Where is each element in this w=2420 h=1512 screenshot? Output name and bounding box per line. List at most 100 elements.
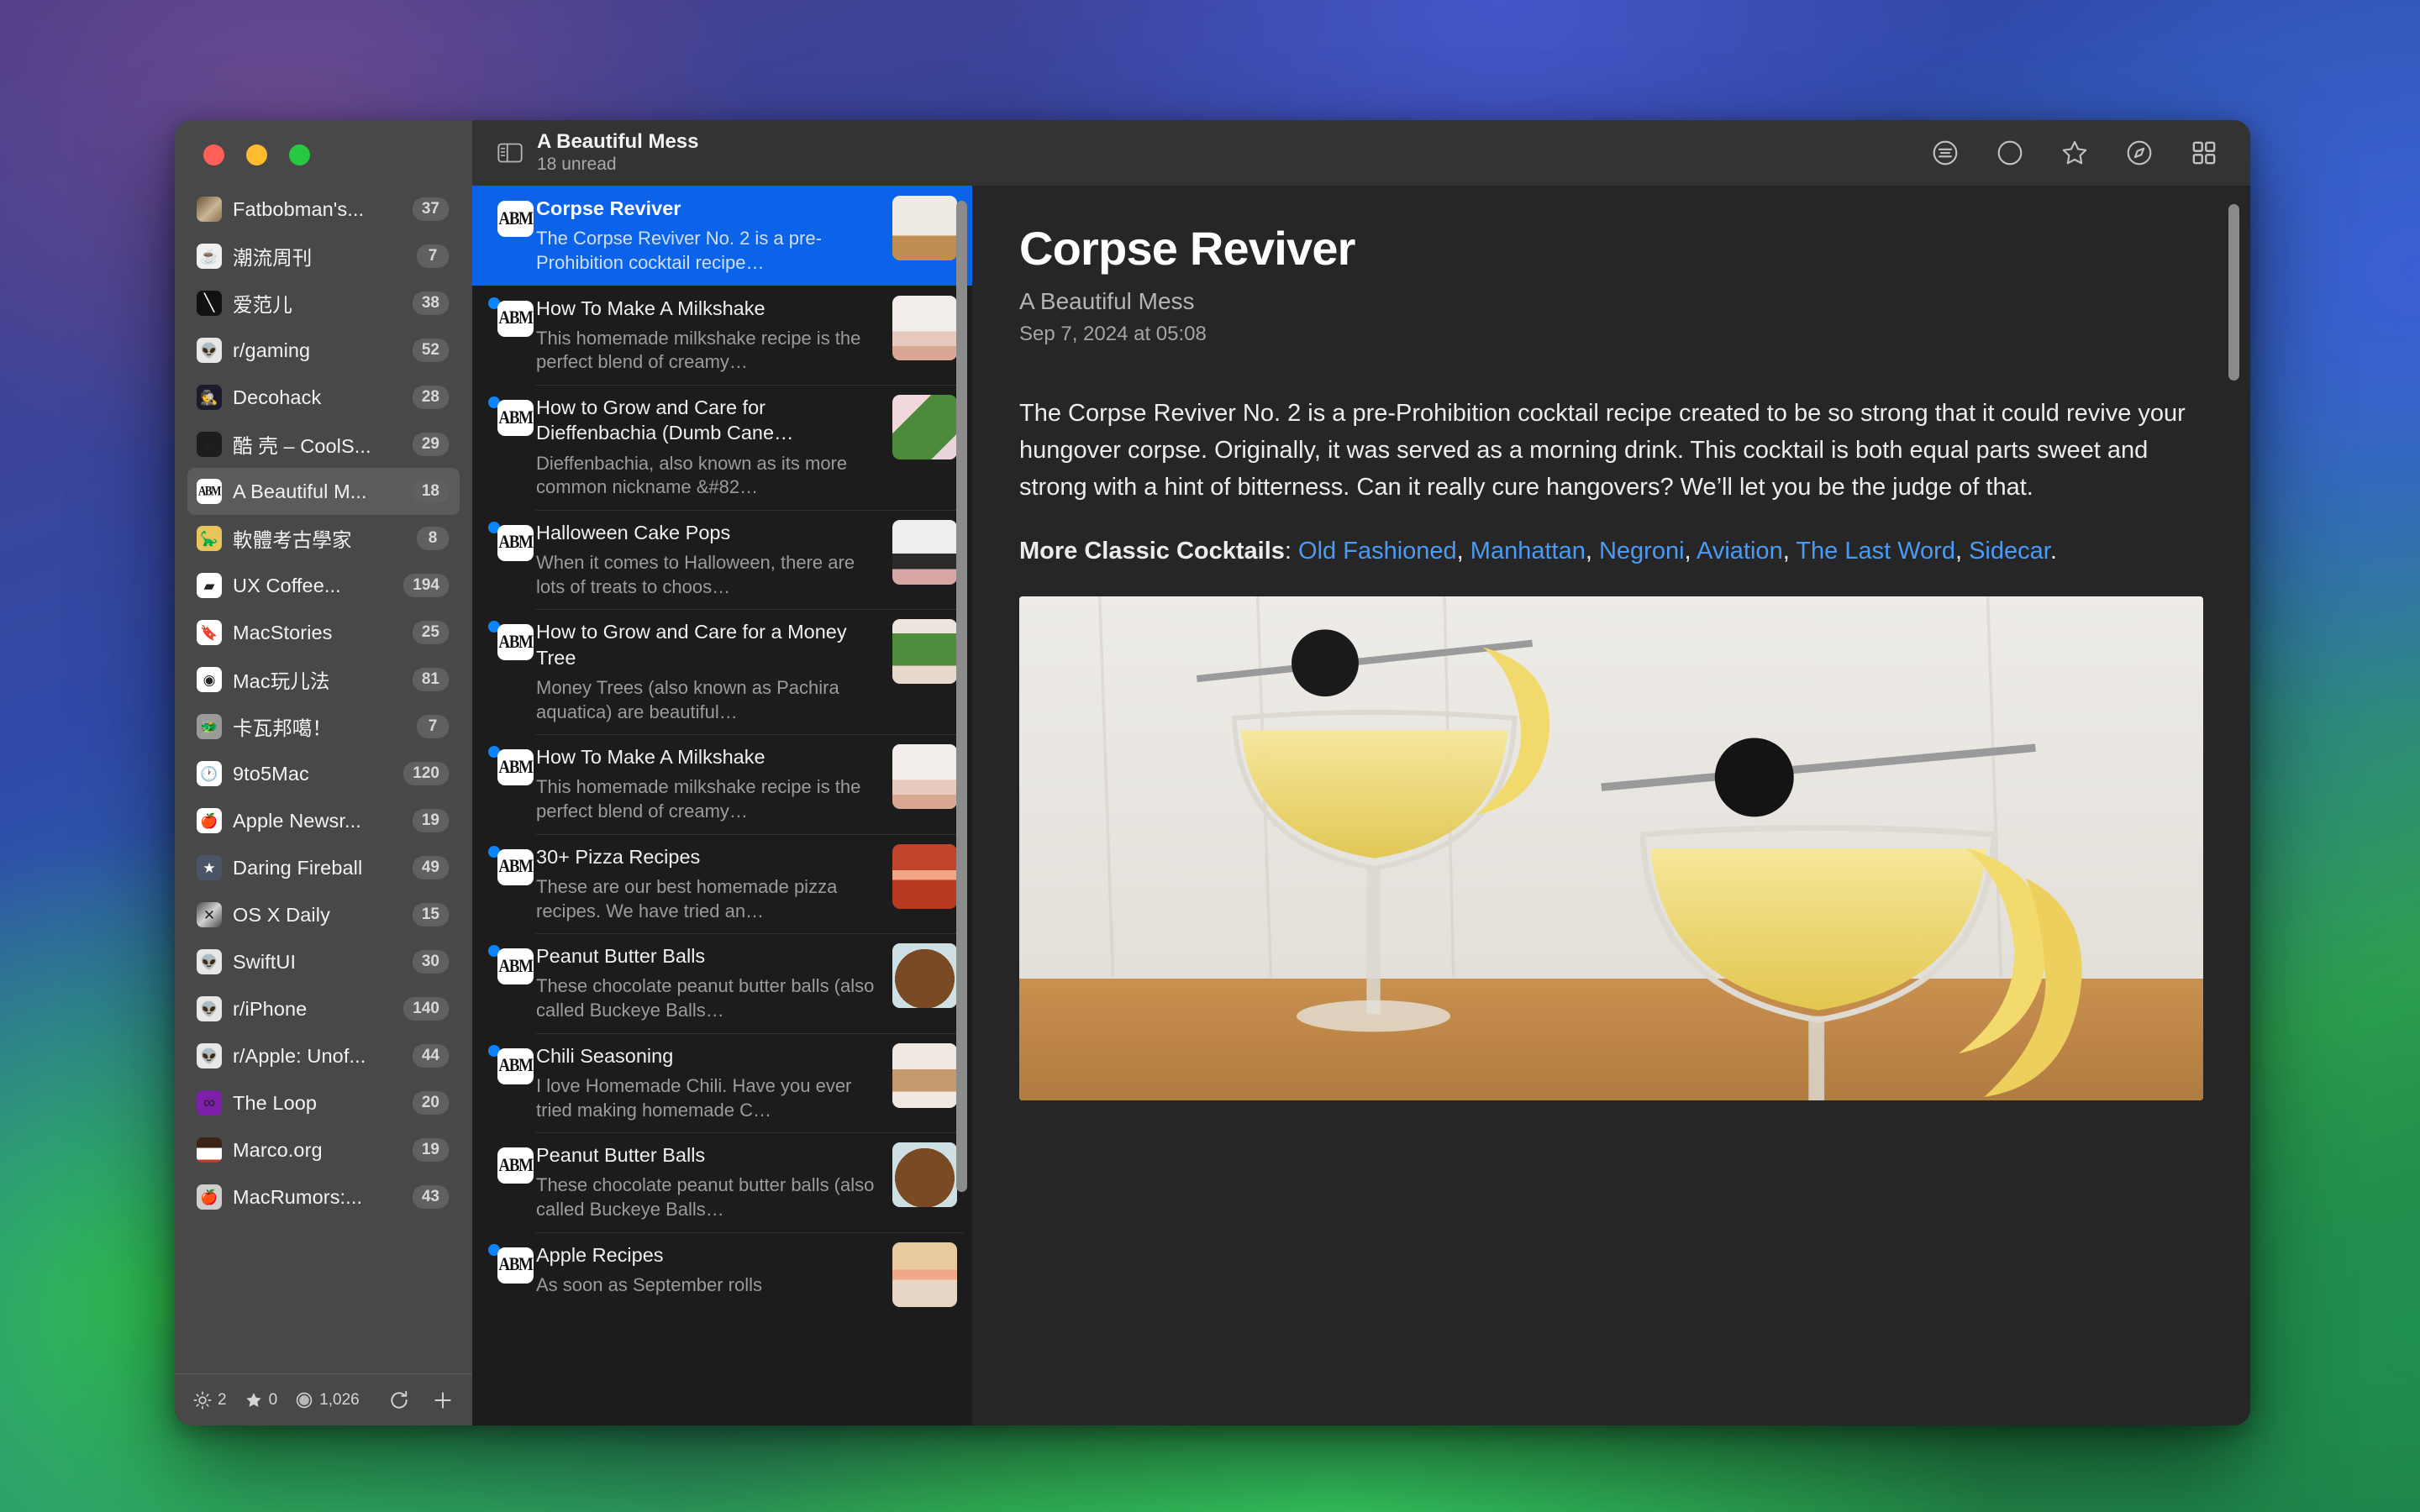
- article-items: ABMCorpse ReviverThe Corpse Reviver No. …: [472, 186, 972, 1425]
- circle-icon: [295, 1391, 313, 1410]
- sidebar-item-21[interactable]: 🍎MacRumors:...43: [187, 1173, 460, 1221]
- osxdaily-icon: ✕: [197, 902, 222, 927]
- today-count[interactable]: 2: [193, 1391, 227, 1410]
- feed-unread-count: 7: [417, 244, 449, 268]
- article-item-title: Peanut Butter Balls: [536, 1142, 881, 1168]
- sidebar-item-10[interactable]: ◉Mac玩儿法81: [187, 656, 460, 703]
- sidebar-item-6[interactable]: ABMA Beautiful M...18: [187, 468, 460, 515]
- article-list-item[interactable]: ABMHalloween Cake PopsWhen it comes to H…: [472, 510, 972, 610]
- article-list-item[interactable]: ABMPeanut Butter BallsThese chocolate pe…: [472, 1132, 972, 1232]
- article-thumbnail: [892, 520, 957, 585]
- article-list-item[interactable]: ABMApple RecipesAs soon as September rol…: [472, 1232, 972, 1317]
- article-paragraph: The Corpse Reviver No. 2 is a pre-Prohib…: [1019, 395, 2195, 506]
- sidebar-item-5[interactable]: ◐酷 壳 – CoolS...29: [187, 421, 460, 468]
- feed-unread-count: 81: [413, 668, 449, 691]
- starred-count[interactable]: 0: [245, 1391, 278, 1410]
- zoom-button[interactable]: [289, 144, 310, 165]
- article-list-item[interactable]: ABMHow to Grow and Care for a Money Tree…: [472, 609, 972, 734]
- article-list-scrollbar[interactable]: [956, 201, 967, 1192]
- favicon-glyph: 👽: [200, 955, 218, 969]
- article-item-summary: Dieffenbachia, also known as its more co…: [536, 452, 881, 500]
- favicon-glyph: ◉: [203, 673, 216, 687]
- feed-unread-count: 19: [413, 809, 449, 832]
- feed-name: UX Coffee...: [233, 575, 392, 597]
- cocktail-link-sidecar[interactable]: Sidecar: [1969, 538, 2050, 564]
- feed-name: MacRumors:...: [233, 1186, 402, 1209]
- sidebar-item-17[interactable]: 👽r/iPhone140: [187, 985, 460, 1032]
- article-list-item[interactable]: ABMHow To Make A MilkshakeThis homemade …: [472, 734, 972, 834]
- cocktail-photo-illustration: [1019, 596, 2203, 1100]
- article-list-header: A Beautiful Mess 18 unread: [472, 120, 972, 186]
- feed-unread-count: 49: [413, 856, 449, 879]
- sidebar-item-14[interactable]: ★Daring Fireball49: [187, 844, 460, 891]
- sidebar-item-20[interactable]: Marco.org19: [187, 1126, 460, 1173]
- grid-view-icon[interactable]: [2190, 139, 2218, 167]
- ifanr-icon: ╲: [197, 291, 222, 316]
- article-status-column: ABM: [484, 844, 536, 924]
- open-in-browser-icon[interactable]: [2125, 139, 2154, 167]
- article-list-item[interactable]: ABMCorpse ReviverThe Corpse Reviver No. …: [472, 186, 972, 286]
- article-list-item[interactable]: ABMHow To Make A MilkshakeThis homemade …: [472, 286, 972, 386]
- feed-name: Marco.org: [233, 1139, 402, 1162]
- cocktail-link-negroni[interactable]: Negroni: [1599, 538, 1685, 564]
- favicon-glyph: 👽: [200, 1049, 218, 1063]
- cocktail-link-manhattan[interactable]: Manhattan: [1470, 538, 1586, 564]
- favicon-glyph: ▰: [203, 579, 214, 593]
- feed-list: Fatbobman's...37☕潮流周刊7╲爱范儿38👽r/gaming52🕵…: [175, 186, 472, 1373]
- article-thumbnail: [892, 744, 957, 809]
- sidebar-item-8[interactable]: ▰ UX Coffee...194: [187, 562, 460, 609]
- sidebar-item-4[interactable]: 🕵Decohack28: [187, 374, 460, 421]
- cocktail-link-old-fashioned[interactable]: Old Fashioned: [1298, 538, 1457, 564]
- sidebar-item-11[interactable]: 🐲卡瓦邦噶！7: [187, 703, 460, 750]
- unread-count[interactable]: 1,026: [295, 1391, 360, 1410]
- feed-unread-count: 44: [413, 1044, 449, 1068]
- mark-unread-icon[interactable]: [1996, 139, 2024, 167]
- sidebar-item-2[interactable]: ╲爱范儿38: [187, 280, 460, 327]
- sidebar-item-1[interactable]: ☕潮流周刊7: [187, 233, 460, 280]
- article-text: Halloween Cake PopsWhen it comes to Hall…: [536, 520, 892, 600]
- favicon-glyph: 🍎: [200, 814, 218, 828]
- favicon-glyph: 🕵: [200, 391, 218, 405]
- favicon-glyph: ✕: [203, 908, 215, 922]
- sidebar-item-12[interactable]: 🕐9to5Mac120: [187, 750, 460, 797]
- sidebar-item-19[interactable]: ∞The Loop20: [187, 1079, 460, 1126]
- sidebar-item-13[interactable]: 🍎Apple Newsr...19: [187, 797, 460, 844]
- reader-view-icon[interactable]: [1931, 139, 1960, 167]
- cocktail-link-aviation[interactable]: Aviation: [1697, 538, 1783, 564]
- article-item-summary: These chocolate peanut butter balls (als…: [536, 974, 881, 1022]
- feed-name: r/iPhone: [233, 998, 392, 1021]
- abm-icon: ABM: [497, 201, 534, 237]
- feed-name: 9to5Mac: [233, 763, 392, 785]
- article-list-item[interactable]: ABMHow to Grow and Care for Dieffenbachi…: [472, 385, 972, 510]
- article-item-title: Corpse Reviver: [536, 196, 881, 221]
- plus-icon[interactable]: [432, 1389, 454, 1411]
- article-item-summary: This homemade milkshake recipe is the pe…: [536, 775, 881, 823]
- sidebar-item-16[interactable]: 👽SwiftUI30: [187, 938, 460, 985]
- list-subtitle: 18 unread: [537, 154, 698, 175]
- macwanr-icon: ◉: [197, 667, 222, 692]
- cocktail-link-the-last-word[interactable]: The Last Word: [1796, 538, 1955, 564]
- abm-icon: ABM: [497, 525, 534, 561]
- sidebar-toggle-icon[interactable]: [497, 142, 523, 164]
- sidebar-item-3[interactable]: 👽r/gaming52: [187, 327, 460, 374]
- minimize-button[interactable]: [246, 144, 267, 165]
- sidebar-item-9[interactable]: 🔖MacStories25: [187, 609, 460, 656]
- sidebar-item-7[interactable]: 🦕軟體考古學家8: [187, 515, 460, 562]
- favicon-glyph: 🍎: [200, 1190, 218, 1205]
- feed-unread-count: 8: [417, 527, 449, 550]
- article-list-item[interactable]: ABM30+ Pizza RecipesThese are our best h…: [472, 834, 972, 934]
- close-button[interactable]: [203, 144, 224, 165]
- abm-monogram: ABM: [498, 1055, 532, 1077]
- article-item-title: How to Grow and Care for a Money Tree: [536, 619, 881, 670]
- star-icon[interactable]: [2060, 139, 2089, 167]
- link-separator: ,: [1783, 538, 1797, 564]
- article-list-item[interactable]: ABMChili SeasoningI love Homemade Chili.…: [472, 1033, 972, 1133]
- sidebar-item-18[interactable]: 👽r/Apple: Unof...44: [187, 1032, 460, 1079]
- refresh-icon[interactable]: [388, 1389, 410, 1411]
- sidebar-item-0[interactable]: Fatbobman's...37: [187, 186, 460, 233]
- article-list-item[interactable]: ABMPeanut Butter BallsThese chocolate pe…: [472, 933, 972, 1033]
- abm-icon: ABM: [497, 849, 534, 885]
- detail-scrollbar[interactable]: [2228, 204, 2239, 381]
- sidebar-item-15[interactable]: ✕OS X Daily15: [187, 891, 460, 938]
- link-separator: ,: [1955, 538, 1969, 564]
